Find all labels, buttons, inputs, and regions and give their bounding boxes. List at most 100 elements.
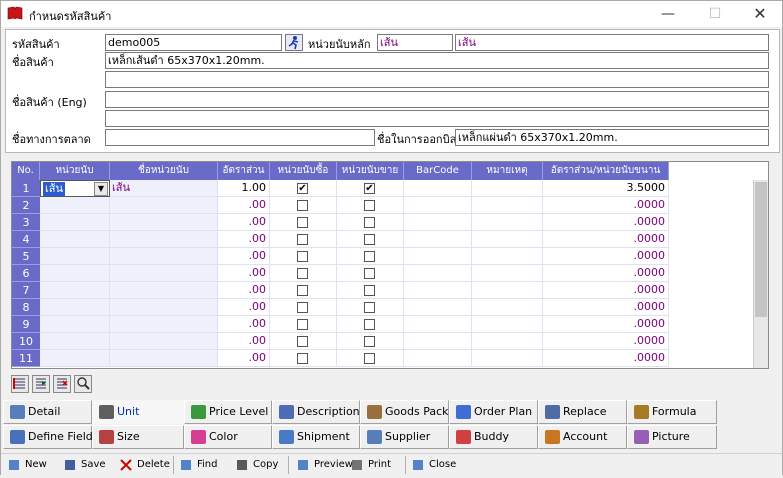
- row-number[interactable]: 5: [12, 248, 40, 265]
- tab-order-plan[interactable]: Order Plan: [449, 400, 538, 424]
- grid-cell[interactable]: [472, 180, 543, 197]
- tab-price-level[interactable]: Price Level: [184, 400, 272, 424]
- unit-name-cell[interactable]: [110, 350, 218, 367]
- grid-cell[interactable]: [337, 265, 404, 282]
- unit-name-cell[interactable]: [110, 197, 218, 214]
- buy-unit-checkbox[interactable]: [297, 251, 308, 262]
- grid-cell[interactable]: [404, 214, 472, 231]
- buy-unit-checkbox[interactable]: [297, 285, 308, 296]
- grid-cell[interactable]: [404, 197, 472, 214]
- invoice-name-input[interactable]: เหล็กแผ่นดำ 65x370x1.20mm.: [455, 129, 769, 146]
- grid-cell[interactable]: [404, 231, 472, 248]
- grid-cell[interactable]: [337, 214, 404, 231]
- grid-header-cell[interactable]: หน่วยนับขาย: [337, 162, 404, 180]
- unit-name-cell[interactable]: [110, 231, 218, 248]
- name-eng-input[interactable]: [105, 91, 769, 108]
- row-number[interactable]: 11: [12, 350, 40, 367]
- main-unit-code-input[interactable]: เส้น: [377, 34, 453, 51]
- unit-name-cell[interactable]: [110, 316, 218, 333]
- grid-cell[interactable]: [404, 248, 472, 265]
- unit-cell[interactable]: [40, 265, 110, 282]
- ratio2-cell[interactable]: .0000: [543, 350, 669, 367]
- grid-cell[interactable]: [472, 197, 543, 214]
- ratio2-cell[interactable]: 3.5000: [543, 180, 669, 197]
- row-number[interactable]: 2: [12, 197, 40, 214]
- main-unit-name-input[interactable]: เส้น: [455, 34, 769, 51]
- row-number[interactable]: 1: [12, 180, 40, 197]
- ratio2-cell[interactable]: .0000: [543, 265, 669, 282]
- sell-unit-checkbox[interactable]: [364, 217, 375, 228]
- preview-button[interactable]: Preview: [296, 457, 353, 473]
- ratio2-cell[interactable]: .0000: [543, 231, 669, 248]
- tab-unit[interactable]: Unit: [92, 400, 184, 424]
- tab-color[interactable]: Color: [184, 425, 272, 449]
- ratio-cell[interactable]: .00: [218, 248, 270, 265]
- tab-formula[interactable]: Formula: [627, 400, 717, 424]
- unit-cell[interactable]: [40, 316, 110, 333]
- unit-name-cell[interactable]: [110, 282, 218, 299]
- sell-unit-checkbox[interactable]: [364, 268, 375, 279]
- zoom-grid-icon[interactable]: [74, 375, 92, 393]
- unit-grid[interactable]: No. หน่วยนับ ชื่อหน่วยนับ อัตราส่วน หน่วยนับ…: [11, 161, 769, 369]
- ratio-cell[interactable]: .00: [218, 316, 270, 333]
- sell-unit-checkbox[interactable]: [364, 285, 375, 296]
- grid-cell[interactable]: [270, 265, 337, 282]
- buy-unit-checkbox[interactable]: [297, 319, 308, 330]
- close-button[interactable]: Close: [411, 457, 456, 473]
- delete-row-icon[interactable]: [53, 375, 71, 393]
- name-input[interactable]: เหล็กเส้นดำ 65x370x1.20mm.: [105, 52, 769, 69]
- row-number[interactable]: 9: [12, 316, 40, 333]
- grid-cell[interactable]: [472, 282, 543, 299]
- grid-header-cell[interactable]: หน่วยนับซื้อ: [270, 162, 337, 180]
- sell-unit-checkbox[interactable]: [364, 336, 375, 347]
- tab-shipment[interactable]: Shipment: [272, 425, 360, 449]
- tab-detail[interactable]: Detail: [3, 400, 92, 424]
- print-button[interactable]: Print: [350, 457, 391, 473]
- grid-cell[interactable]: [337, 333, 404, 350]
- ratio-cell[interactable]: .00: [218, 350, 270, 367]
- buy-unit-checkbox[interactable]: [297, 217, 308, 228]
- ratio2-cell[interactable]: .0000: [543, 197, 669, 214]
- sell-unit-checkbox[interactable]: [364, 251, 375, 262]
- buy-unit-checkbox[interactable]: [297, 200, 308, 211]
- ratio-cell[interactable]: .00: [218, 214, 270, 231]
- grid-cell[interactable]: [270, 214, 337, 231]
- grid-cell[interactable]: [270, 248, 337, 265]
- grid-cell[interactable]: [337, 248, 404, 265]
- minimize-button[interactable]: —: [646, 1, 690, 27]
- unit-select-value[interactable]: เส้น: [43, 182, 65, 196]
- grid-cell[interactable]: [472, 333, 543, 350]
- tab-buddy[interactable]: Buddy: [449, 425, 538, 449]
- ratio-cell[interactable]: .00: [218, 299, 270, 316]
- grid-cell[interactable]: [337, 231, 404, 248]
- unit-name-cell[interactable]: [110, 265, 218, 282]
- copy-button[interactable]: Copy: [235, 457, 278, 473]
- sell-unit-checkbox[interactable]: [364, 234, 375, 245]
- grid-cell[interactable]: [270, 299, 337, 316]
- unit-cell[interactable]: [40, 333, 110, 350]
- grid-cell[interactable]: ✔: [270, 180, 337, 197]
- grid-cell[interactable]: [337, 299, 404, 316]
- grid-cell[interactable]: [472, 299, 543, 316]
- grid-cell[interactable]: ✔: [337, 180, 404, 197]
- ratio2-cell[interactable]: .0000: [543, 248, 669, 265]
- row-number[interactable]: 6: [12, 265, 40, 282]
- market-name-input[interactable]: [105, 129, 375, 146]
- ratio2-cell[interactable]: .0000: [543, 282, 669, 299]
- grid-cell[interactable]: [337, 350, 404, 367]
- delete-button[interactable]: Delete: [119, 457, 170, 473]
- code-input[interactable]: demo005: [105, 34, 282, 51]
- name-eng-input-line2[interactable]: [105, 110, 769, 127]
- grid-cell[interactable]: [404, 282, 472, 299]
- grid-cell[interactable]: [270, 333, 337, 350]
- row-number[interactable]: 4: [12, 231, 40, 248]
- grid-vertical-scrollbar[interactable]: [753, 180, 768, 368]
- grid-cell[interactable]: [270, 197, 337, 214]
- grid-cell[interactable]: [472, 214, 543, 231]
- unit-cell[interactable]: [40, 350, 110, 367]
- grid-cell[interactable]: [472, 248, 543, 265]
- grid-header-cell[interactable]: หมายเหตุ: [472, 162, 543, 180]
- buy-unit-checkbox[interactable]: [297, 353, 308, 364]
- grid-header-cell[interactable]: อัตราส่วน: [218, 162, 270, 180]
- grid-cell[interactable]: [404, 299, 472, 316]
